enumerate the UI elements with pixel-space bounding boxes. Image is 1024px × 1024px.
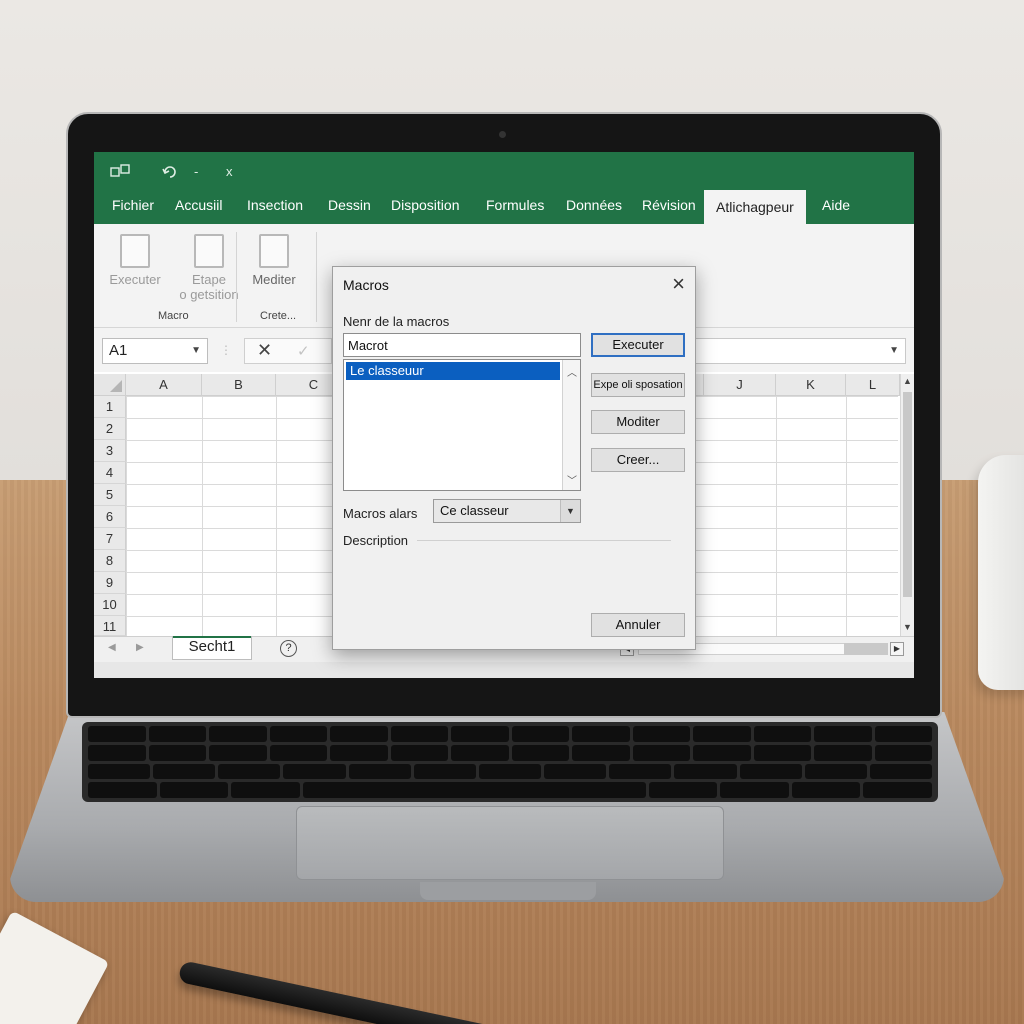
chevron-up-icon[interactable]: ︿ [567, 364, 577, 379]
close-icon[interactable]: × [672, 271, 685, 297]
webcam [499, 131, 506, 138]
qat-dash: - [194, 164, 199, 179]
document-gear-icon [259, 234, 289, 268]
ribbon-tabs: Fichier Accusiil Insection Dessin Dispos… [94, 190, 914, 224]
scroll-thumb[interactable] [844, 643, 888, 655]
tab-affichage[interactable]: Atlichagpeur [704, 190, 806, 224]
column-line [202, 396, 203, 636]
save-icon[interactable] [110, 164, 132, 181]
chevron-down-icon[interactable]: ▼ [191, 345, 201, 356]
macros-in-label: Macros alars [343, 506, 418, 521]
row-header[interactable]: 4 [94, 462, 126, 484]
row-header[interactable]: 8 [94, 550, 126, 572]
row-header[interactable]: 11 [94, 616, 126, 636]
chevron-down-icon[interactable]: ▼ [889, 345, 899, 356]
macro-name-label: Nenr de la macros [343, 314, 450, 329]
create-button[interactable]: Creer... [591, 448, 685, 472]
sheet-prev-icon[interactable]: ◀ [108, 642, 116, 653]
tab-donnees[interactable]: Données [566, 190, 622, 224]
scroll-up-icon[interactable]: ▲ [903, 376, 912, 386]
laptop-keyboard [82, 722, 938, 802]
description-divider [417, 540, 671, 541]
close-icon[interactable]: x [226, 164, 233, 179]
step-into-button[interactable]: Expe oli sposation [591, 373, 685, 397]
trackpad [296, 806, 724, 880]
ribbon-etape-button[interactable]: Etape o getsition [176, 234, 242, 302]
title-bar: - x [94, 152, 914, 190]
row-header[interactable]: 1 [94, 396, 126, 418]
ribbon-etape-label: Etape [192, 272, 226, 287]
ribbon-executer-label: Executer [109, 272, 161, 287]
macros-dialog: Macros × Nenr de la macros Le classeuur … [332, 266, 696, 650]
cancel-icon[interactable]: ✕ [257, 340, 272, 361]
add-sheet-icon[interactable]: ? [280, 640, 297, 657]
row-header[interactable]: 10 [94, 594, 126, 616]
dialog-title: Macros [343, 277, 389, 293]
formula-input[interactable]: ▼ [684, 338, 906, 364]
edit-button[interactable]: Moditer [591, 410, 685, 434]
tab-dessin[interactable]: Dessin [328, 190, 371, 224]
ribbon-mediter-button[interactable]: Mediter [244, 234, 304, 287]
enter-icon[interactable]: ✓ [297, 342, 310, 360]
select-all-corner[interactable] [94, 374, 126, 396]
column-header-l[interactable]: L [846, 374, 900, 396]
scroll-right-icon[interactable]: ▶ [890, 642, 904, 656]
sheet-next-icon[interactable]: ▶ [136, 642, 144, 653]
macro-list[interactable]: Le classeuur ︿ ﹀ [343, 359, 581, 491]
row-header[interactable]: 6 [94, 506, 126, 528]
tab-accueil[interactable]: Accusiil [175, 190, 222, 224]
list-item[interactable]: Le classeuur [346, 362, 560, 380]
tab-fichier[interactable]: Fichier [112, 190, 154, 224]
macros-in-select[interactable]: Ce classeur ▼ [433, 499, 581, 523]
column-header-j[interactable]: J [704, 374, 776, 396]
column-header-k[interactable]: K [776, 374, 846, 396]
document-icon [120, 234, 150, 268]
ribbon-etape-label2: o getsition [179, 287, 239, 302]
coffee-mug [978, 455, 1024, 690]
excel-window: - x Fichier Accusiil Insection Dessin Di… [94, 152, 914, 678]
cancel-button[interactable]: Annuler [591, 613, 685, 637]
chevron-down-icon[interactable]: ﹀ [567, 472, 577, 487]
scroll-down-icon[interactable]: ▼ [903, 622, 912, 632]
name-box[interactable]: A1 ▼ [102, 338, 208, 364]
ribbon-mediter-label: Mediter [252, 272, 296, 287]
formula-buttons: ✕ ✓ [244, 338, 332, 364]
status-bar [94, 662, 914, 678]
macros-in-value: Ce classeur [440, 503, 509, 518]
tab-aide[interactable]: Aide [822, 190, 850, 224]
ribbon-separator [236, 232, 237, 322]
ribbon-group-macro: Macro [158, 310, 189, 322]
document-lines-icon [194, 234, 224, 268]
row-header[interactable]: 9 [94, 572, 126, 594]
undo-icon[interactable] [162, 164, 178, 181]
column-header-a[interactable]: A [126, 374, 202, 396]
list-scrollbar[interactable]: ︿ ﹀ [562, 360, 580, 490]
name-box-value: A1 [109, 342, 128, 359]
row-header[interactable]: 5 [94, 484, 126, 506]
row-header[interactable]: 2 [94, 418, 126, 440]
ribbon-separator [316, 232, 317, 322]
chevron-down-icon[interactable]: ▼ [560, 500, 580, 522]
tab-revision[interactable]: Révision [642, 190, 696, 224]
tab-disposition[interactable]: Disposition [391, 190, 459, 224]
macro-name-input[interactable] [343, 333, 581, 357]
vertical-scrollbar[interactable]: ▲ ▼ [900, 374, 914, 636]
tab-formules[interactable]: Formules [486, 190, 544, 224]
column-header-b[interactable]: B [202, 374, 276, 396]
laptop-notch [420, 882, 596, 900]
ribbon-group-crete: Crete... [260, 310, 297, 322]
column-line [276, 396, 277, 636]
execute-button[interactable]: Executer [591, 333, 685, 357]
column-line [846, 396, 847, 636]
column-line [776, 396, 777, 636]
tab-insertion[interactable]: Insection [247, 190, 303, 224]
drag-handle-icon[interactable]: ⋮ [220, 343, 232, 357]
scroll-thumb[interactable] [903, 392, 912, 597]
ribbon-executer-button[interactable]: Executer [106, 234, 164, 287]
sheet-tab[interactable]: Secht1 [172, 636, 252, 660]
row-header[interactable]: 3 [94, 440, 126, 462]
description-label: Description [343, 533, 409, 548]
row-header[interactable]: 7 [94, 528, 126, 550]
